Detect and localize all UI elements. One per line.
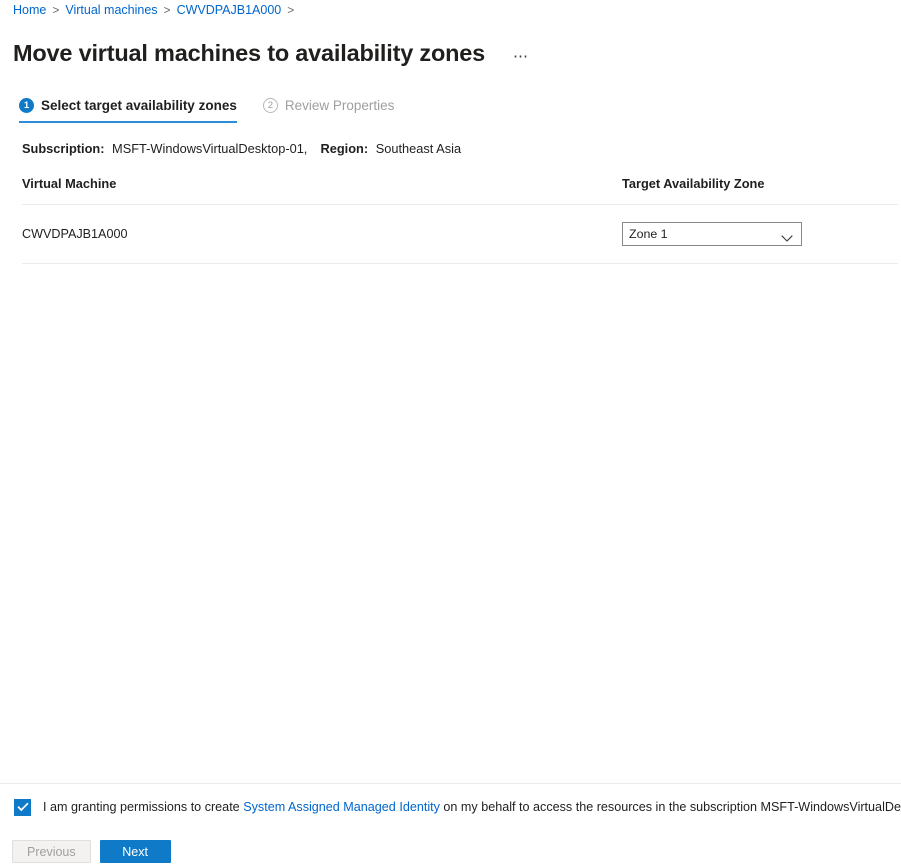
footer-buttons: Previous Next [12, 840, 171, 863]
column-header-virtual-machine: Virtual Machine [22, 176, 117, 191]
consent-text-before: I am granting permissions to create [43, 800, 240, 814]
tab-label: Select target availability zones [41, 98, 237, 113]
subscription-region-summary: Subscription: MSFT-WindowsVirtualDesktop… [22, 141, 461, 156]
system-assigned-managed-identity-link[interactable]: System Assigned Managed Identity [243, 800, 440, 814]
subscription-value: MSFT-WindowsVirtualDesktop-01, [112, 141, 308, 156]
consent-text: I am granting permissions to create Syst… [43, 800, 901, 814]
cell-target-zone: Zone 1Zone 2Zone 3 [622, 222, 898, 246]
title-row: Move virtual machines to availability zo… [13, 22, 533, 83]
table-header-row: Virtual Machine Target Availability Zone [22, 176, 898, 205]
step-number-badge: 2 [262, 98, 278, 113]
breadcrumb-item-virtual-machines[interactable]: Virtual machines [65, 3, 157, 17]
breadcrumb-separator-icon: > [163, 3, 171, 17]
breadcrumb: Home > Virtual machines > CWVDPAJB1A000 … [13, 1, 300, 19]
consent-checkbox[interactable] [14, 798, 31, 816]
breadcrumb-item-vm-name[interactable]: CWVDPAJB1A000 [177, 3, 282, 17]
breadcrumb-item-home[interactable]: Home [13, 3, 46, 17]
previous-button[interactable]: Previous [12, 840, 91, 863]
virtual-machines-table: Virtual Machine Target Availability Zone… [22, 176, 898, 264]
wizard-step-tabs: 1 Select target availability zones 2 Rev… [19, 98, 394, 123]
active-tab-indicator [19, 121, 237, 123]
region-value: Southeast Asia [375, 141, 462, 156]
consent-bar: I am granting permissions to create Syst… [0, 783, 901, 830]
more-options-ellipsis-icon[interactable]: ⋯ [511, 42, 533, 72]
cell-vm-name: CWVDPAJB1A000 [22, 227, 128, 241]
column-header-target-availability-zone: Target Availability Zone [622, 176, 765, 191]
page-title: Move virtual machines to availability zo… [13, 39, 486, 66]
breadcrumb-separator-icon: > [287, 3, 295, 17]
step-number-badge: 1 [19, 98, 34, 113]
tab-select-target-availability-zones[interactable]: 1 Select target availability zones [19, 98, 237, 123]
table-row: CWVDPAJB1A000 Zone 1Zone 2Zone 3 [22, 205, 898, 264]
tab-review-properties[interactable]: 2 Review Properties [262, 98, 395, 123]
subscription-label: Subscription: [22, 141, 105, 156]
target-availability-zone-select[interactable]: Zone 1Zone 2Zone 3 [622, 222, 802, 246]
tab-label: Review Properties [284, 98, 395, 113]
next-button[interactable]: Next [99, 840, 171, 863]
region-label: Region: [320, 141, 369, 156]
checkmark-icon [16, 802, 29, 812]
breadcrumb-separator-icon: > [52, 3, 60, 17]
consent-text-after: on my behalf to access the resources in … [443, 800, 901, 814]
